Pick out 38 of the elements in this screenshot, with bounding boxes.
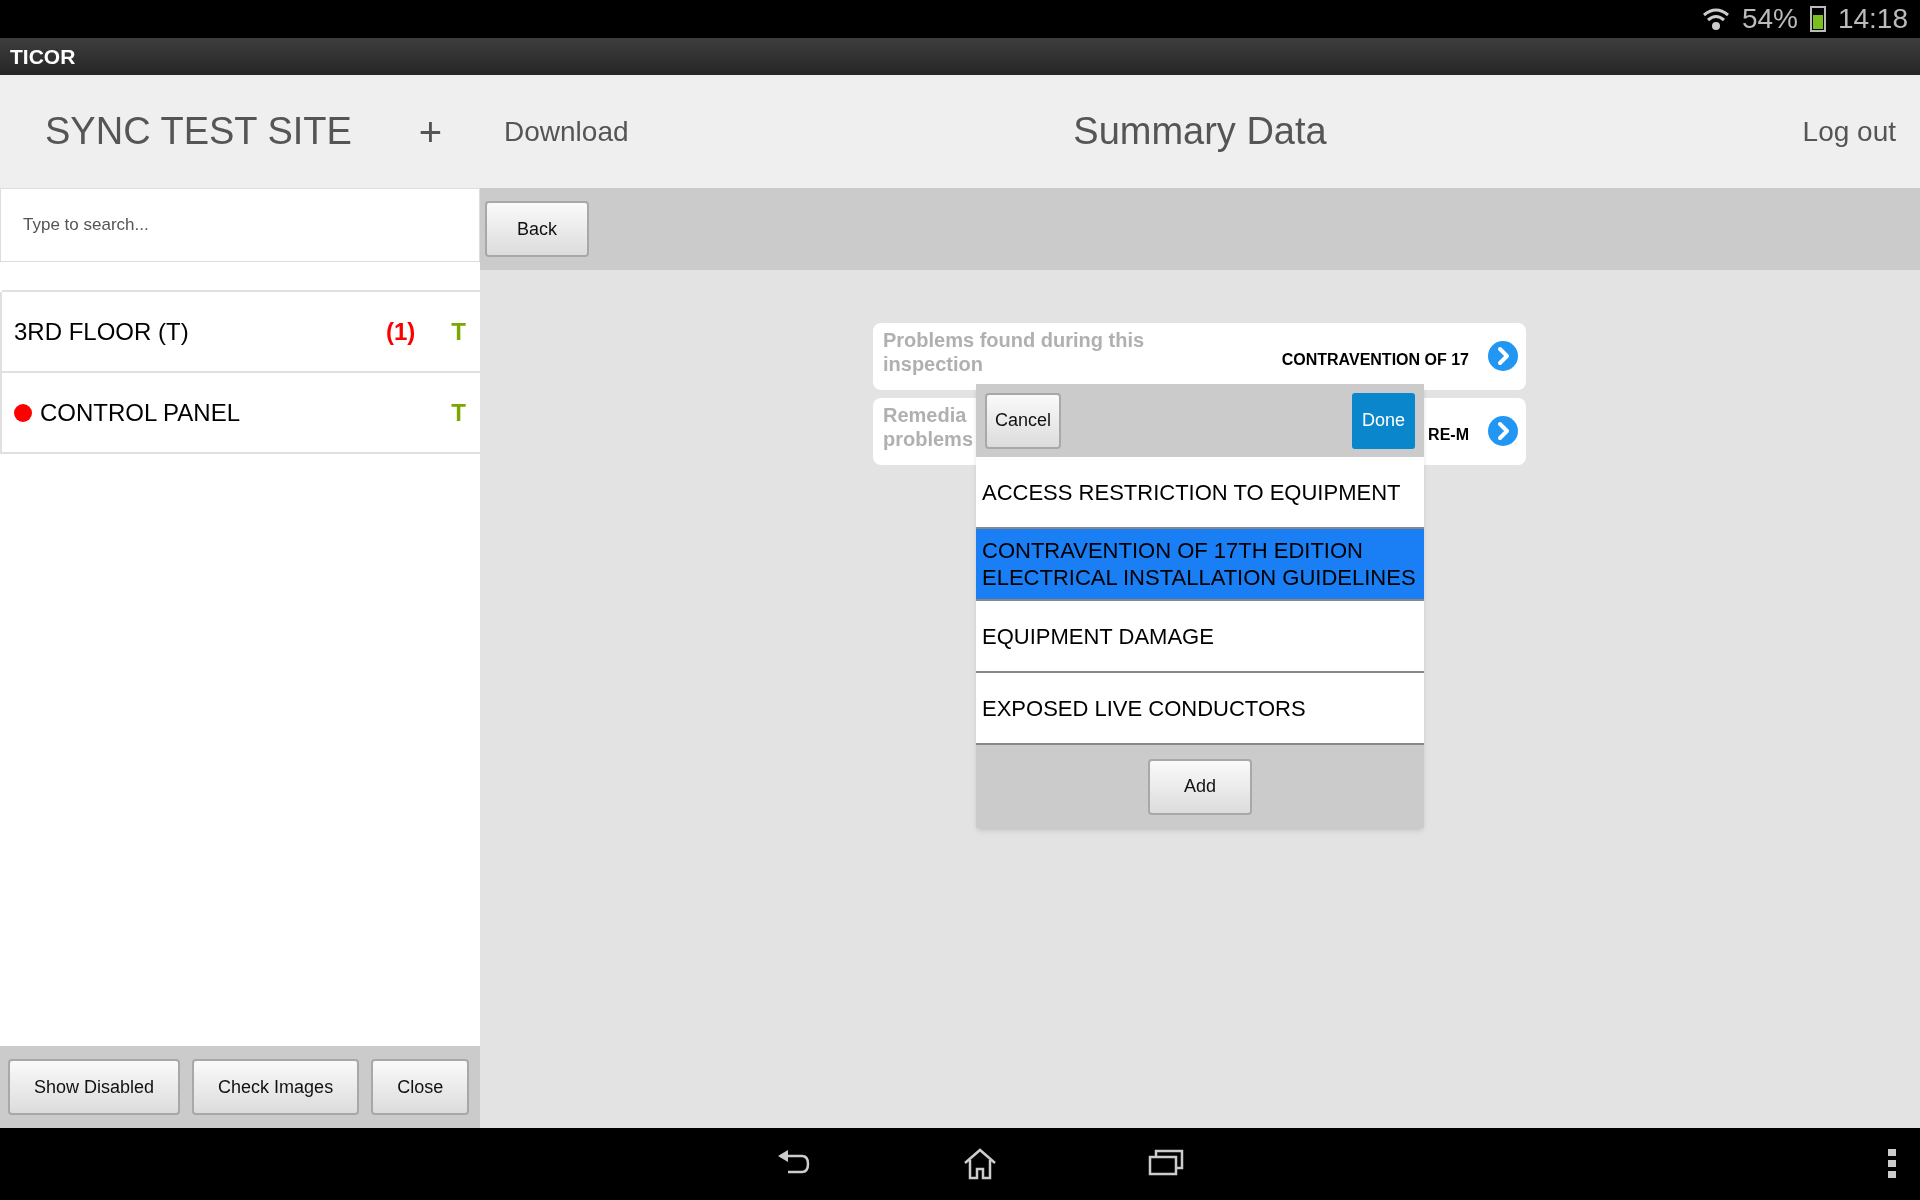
list-item[interactable]: CONTROL PANEL T — [2, 371, 480, 454]
card-value: RE-M — [1428, 425, 1469, 445]
card-value: CONTRAVENTION OF 17 — [1281, 350, 1469, 370]
recent-apps-icon[interactable] — [1148, 1148, 1184, 1176]
battery-icon — [1809, 6, 1826, 32]
chevron-right-icon[interactable] — [1487, 415, 1519, 447]
card-label: Problems found during this — [883, 328, 1146, 352]
item-tag: T — [451, 313, 466, 350]
card-label: Remedia — [883, 403, 968, 427]
add-button[interactable]: + — [418, 111, 442, 152]
footer-button[interactable]: Check Images — [192, 1059, 360, 1115]
search-field[interactable]: Type to search... — [0, 188, 480, 262]
cancel-button[interactable]: Cancel — [985, 392, 1062, 449]
card-label: problems — [883, 427, 971, 451]
overflow-menu-icon[interactable] — [1888, 1149, 1896, 1179]
item-count: (1) — [386, 316, 416, 347]
footer-button[interactable]: Show Disabled — [8, 1059, 181, 1115]
add-button[interactable]: Add — [1148, 758, 1252, 815]
back-button[interactable]: Back — [485, 201, 589, 257]
footer-button[interactable]: Close — [371, 1059, 470, 1115]
page-title: Summary Data — [1073, 109, 1327, 154]
card-label: inspection — [883, 352, 984, 376]
clock: 14:18 — [1837, 5, 1908, 33]
back-icon[interactable] — [776, 1148, 812, 1176]
app-title: TICOR — [10, 43, 76, 70]
done-button[interactable]: Done — [1351, 392, 1415, 449]
chevron-right-icon[interactable] — [1487, 340, 1519, 372]
wifi-icon — [1701, 6, 1730, 32]
item-label: 3RD FLOOR (T) — [14, 316, 190, 347]
site-title: SYNC TEST SITE — [45, 109, 352, 154]
option-item[interactable]: CONTRAVENTION OF 17TH EDITION ELECTRICAL INSTALLATION GUIDELINES — [976, 529, 1424, 601]
item-tag: T — [451, 394, 466, 431]
battery-percent: 54% — [1741, 5, 1798, 33]
summary-card[interactable]: Problems found during this inspection CONTRAVENTION OF 17 — [873, 323, 1526, 390]
item-label: CONTROL PANEL — [40, 397, 242, 428]
home-icon[interactable] — [962, 1148, 998, 1180]
logout-link[interactable]: Log out — [1802, 110, 1896, 153]
download-link[interactable]: Download — [504, 110, 629, 153]
